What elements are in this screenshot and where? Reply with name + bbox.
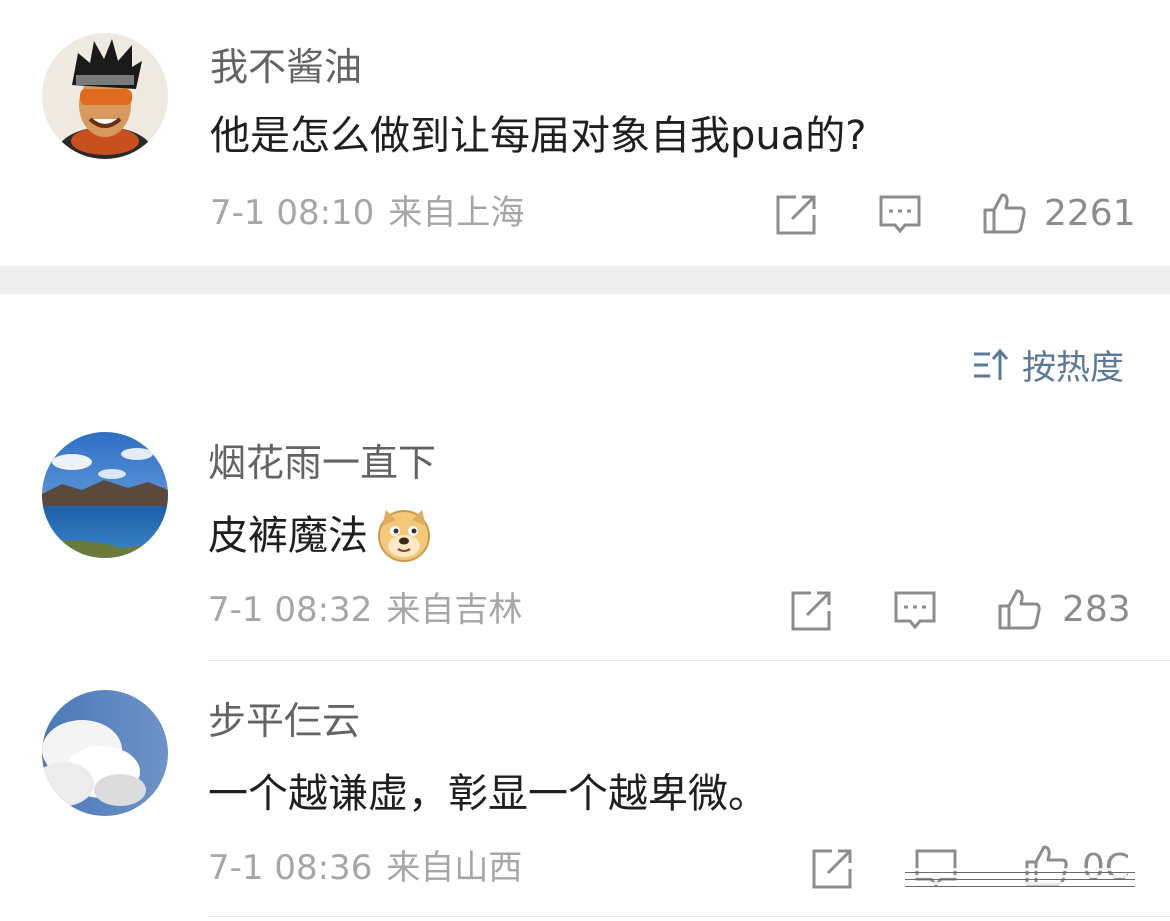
doge-emoji	[376, 506, 432, 562]
comment-user-name[interactable]: 我不酱油	[210, 48, 362, 86]
comment-time: 7-1 08:36	[208, 848, 373, 888]
comment-meta: 7-1 08:36 来自山西	[208, 851, 522, 885]
share-icon[interactable]	[789, 589, 833, 633]
like-icon[interactable]	[997, 587, 1041, 631]
comment-time: 7-1 08:10	[210, 193, 375, 233]
comment-icon[interactable]	[893, 589, 937, 633]
section-separator	[0, 266, 1170, 294]
comment-text: 他是怎么做到让每届对象自我pua的?	[210, 113, 867, 159]
share-icon[interactable]	[774, 193, 818, 237]
image-artifact	[905, 868, 1135, 887]
comment-meta: 7-1 08:10 来自上海	[210, 196, 524, 230]
like-icon[interactable]	[982, 191, 1026, 235]
comment-meta: 7-1 08:32 来自吉林	[208, 593, 522, 627]
comment-divider	[208, 916, 1170, 917]
comment-location: 来自吉林	[386, 590, 523, 630]
sort-label: 按热度	[1022, 348, 1124, 388]
comment-text: 皮裤魔法	[208, 513, 368, 559]
comment-icon[interactable]	[878, 193, 922, 237]
comment-text-row: 皮裤魔法	[208, 510, 432, 566]
comment-location: 来自上海	[388, 193, 525, 233]
comment-user-name[interactable]: 烟花雨一直下	[208, 444, 436, 482]
comment-location: 来自山西	[386, 848, 523, 888]
avatar[interactable]	[42, 432, 168, 558]
comment-user-name[interactable]: 步平仨云	[208, 702, 360, 740]
comment-divider	[208, 660, 1170, 661]
sort-button[interactable]: 按热度	[972, 340, 1124, 389]
comment-time: 7-1 08:32	[208, 590, 373, 630]
sort-icon	[974, 348, 1009, 380]
like-count: 2261	[1044, 193, 1136, 234]
avatar[interactable]	[42, 33, 168, 159]
share-icon[interactable]	[810, 847, 854, 891]
like-count: 283	[1062, 589, 1131, 630]
avatar[interactable]	[42, 690, 168, 816]
comment-text: 一个越谦虚，彰显一个越卑微。	[208, 771, 768, 817]
